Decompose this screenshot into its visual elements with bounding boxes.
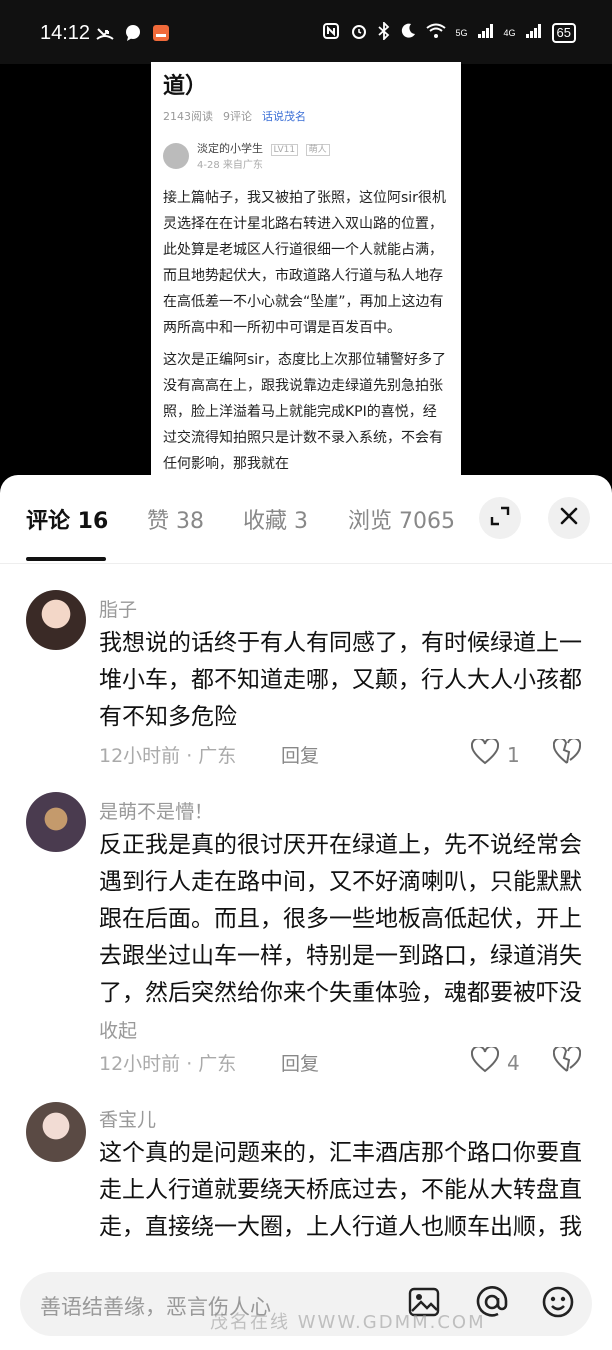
emoji-icon xyxy=(542,1286,574,1322)
comment-item: 香宝儿 这个真的是问题来的，汇丰酒店那个路口你要直走上人行道就要绕天桥底过去，不… xyxy=(0,1099,612,1249)
expand-button[interactable] xyxy=(479,497,521,539)
article-paragraph: 这次是正编阿sir，态度比上次那位辅警好多了没有高高在上，跟我说靠边走绿道先别急… xyxy=(163,352,446,472)
comment-time: 12小时前 · 广东 xyxy=(99,745,237,767)
dislike-button[interactable] xyxy=(552,1045,582,1077)
like-button[interactable]: 1 xyxy=(470,737,520,770)
watermark: 茂名在线 WWW.GDMM.COM xyxy=(210,1312,486,1333)
like-count: 4 xyxy=(507,1050,520,1075)
article-author: 淡定的小学生 LV11 萌人 4-28 来自广东 xyxy=(163,140,449,171)
avatar[interactable] xyxy=(26,792,86,852)
article-paragraph: 接上篇帖子，我又被拍了张照，这位阿sir很机灵选择在在计星北路右转进入双山路的位… xyxy=(163,190,446,336)
dislike-button[interactable] xyxy=(552,737,582,769)
author-avatar xyxy=(163,142,189,169)
author-level-badge: LV11 xyxy=(270,144,299,156)
heart-icon xyxy=(470,737,500,770)
avatar[interactable] xyxy=(26,1102,86,1162)
tab-comments[interactable]: 评论 16 xyxy=(26,503,108,535)
message-bubble-icon xyxy=(124,24,142,46)
comments-sheet: 评论 16 赞 38 收藏 3 浏览 7065 脂子 我想说的话终于有人有同感了… xyxy=(0,475,612,1350)
author-name: 淡定的小学生 xyxy=(197,142,263,155)
close-button[interactable] xyxy=(548,497,590,539)
bluetooth-icon xyxy=(377,20,390,43)
article-title: 道） xyxy=(163,74,208,99)
reply-button[interactable]: 回复 xyxy=(281,741,319,768)
comment-text: 反正我是真的很讨厌开在绿道上，先不说经常会遇到行人走在路中间，又不好滴喇叭，只能… xyxy=(99,832,582,1042)
article-comments: 9评论 xyxy=(223,110,252,123)
tab-favorites[interactable]: 收藏 3 xyxy=(243,503,308,535)
article-reads: 2143阅读 xyxy=(163,110,213,123)
comment-author[interactable]: 是萌不是懵！ xyxy=(99,797,213,824)
article-body: 接上篇帖子，我又被拍了张照，这位阿sir很机灵选择在在计星北路右转进入双山路的位… xyxy=(163,185,449,477)
active-tab-indicator xyxy=(26,557,106,561)
close-icon xyxy=(559,506,579,530)
signal-bars-icon xyxy=(525,24,542,41)
status-system-icons: 5G 4G 65 xyxy=(322,20,576,43)
app-notification-icon xyxy=(152,24,170,46)
comment-author[interactable]: 脂子 xyxy=(99,595,137,622)
signal-5g: 5G xyxy=(455,27,468,38)
collapse-link[interactable]: 收起 xyxy=(99,1020,137,1042)
tab-views[interactable]: 浏览 7065 xyxy=(348,503,455,535)
comment-text: 这个真的是问题来的，汇丰酒店那个路口你要直走上人行道就要绕天桥底过去，不能从大转… xyxy=(99,1140,582,1240)
emoji-button[interactable] xyxy=(540,1286,576,1322)
status-time: 14:12 xyxy=(40,22,91,44)
status-bar: 14:12 5G 4G 65 xyxy=(0,0,612,64)
author-role-badge: 萌人 xyxy=(305,144,330,156)
wifi-icon xyxy=(425,23,446,42)
heart-icon xyxy=(470,1045,500,1078)
tab-likes[interactable]: 赞 38 xyxy=(147,503,204,535)
reply-button[interactable]: 回复 xyxy=(281,1049,319,1076)
sheet-tabs: 评论 16 赞 38 收藏 3 浏览 7065 xyxy=(0,475,612,563)
broken-heart-icon xyxy=(552,737,582,769)
signal-bars-icon xyxy=(477,24,494,41)
battery-indicator: 65 xyxy=(551,22,576,43)
comment-time: 12小时前 · 广东 xyxy=(99,1053,237,1075)
expand-icon xyxy=(489,505,511,531)
divider xyxy=(0,563,612,564)
article-topic: 话说茂名 xyxy=(262,110,306,123)
comment-author[interactable]: 香宝儿 xyxy=(99,1105,156,1132)
article-screenshot: 道） 2143阅读 9评论 话说茂名 淡定的小学生 LV11 萌人 4-28 来… xyxy=(151,62,461,482)
status-notification-icons xyxy=(96,24,170,46)
missed-call-icon xyxy=(96,25,114,45)
avatar[interactable] xyxy=(26,590,86,650)
nfc-icon xyxy=(322,22,340,43)
alarm-icon xyxy=(350,22,368,43)
moon-icon xyxy=(400,23,416,42)
author-date: 4-28 来自广东 xyxy=(197,160,263,171)
like-count: 1 xyxy=(507,742,520,767)
signal-4g: 4G xyxy=(503,27,516,38)
comment-text: 我想说的话终于有人有同感了，有时候绿道上一堆小车，都不知道走哪，又颠，行人大人小… xyxy=(99,630,582,730)
like-button[interactable]: 4 xyxy=(470,1045,520,1078)
broken-heart-icon xyxy=(552,1045,582,1077)
article-meta: 2143阅读 9评论 话说茂名 xyxy=(163,108,449,124)
